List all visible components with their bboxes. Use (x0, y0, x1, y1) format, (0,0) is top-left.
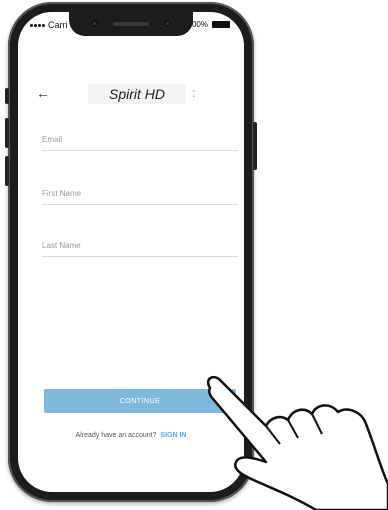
sensor-icon (164, 20, 171, 27)
first-name-field[interactable] (42, 182, 238, 205)
status-carrier: Carri (30, 20, 68, 30)
signin-prompt: Already have an account? (75, 432, 157, 439)
last-name-field[interactable] (42, 234, 238, 257)
silent-switch (5, 88, 9, 104)
back-arrow-icon[interactable]: ← (36, 86, 50, 100)
page-title: Spirit HD (88, 84, 186, 104)
signin-link[interactable]: SIGN IN (160, 432, 186, 439)
carrier-label: Carri (48, 20, 68, 30)
speaker-grille (113, 22, 149, 26)
notch (69, 12, 193, 36)
power-button (253, 122, 257, 170)
status-battery: 100% (188, 20, 230, 29)
title-separator: : (192, 86, 196, 100)
email-field[interactable] (42, 128, 238, 151)
battery-percent: 100% (187, 20, 208, 29)
battery-icon (212, 21, 230, 28)
volume-up-button (5, 118, 9, 148)
pointing-hand-icon (206, 376, 388, 510)
front-camera-icon (91, 20, 98, 27)
signal-icon (30, 23, 45, 27)
volume-down-button (5, 156, 9, 186)
